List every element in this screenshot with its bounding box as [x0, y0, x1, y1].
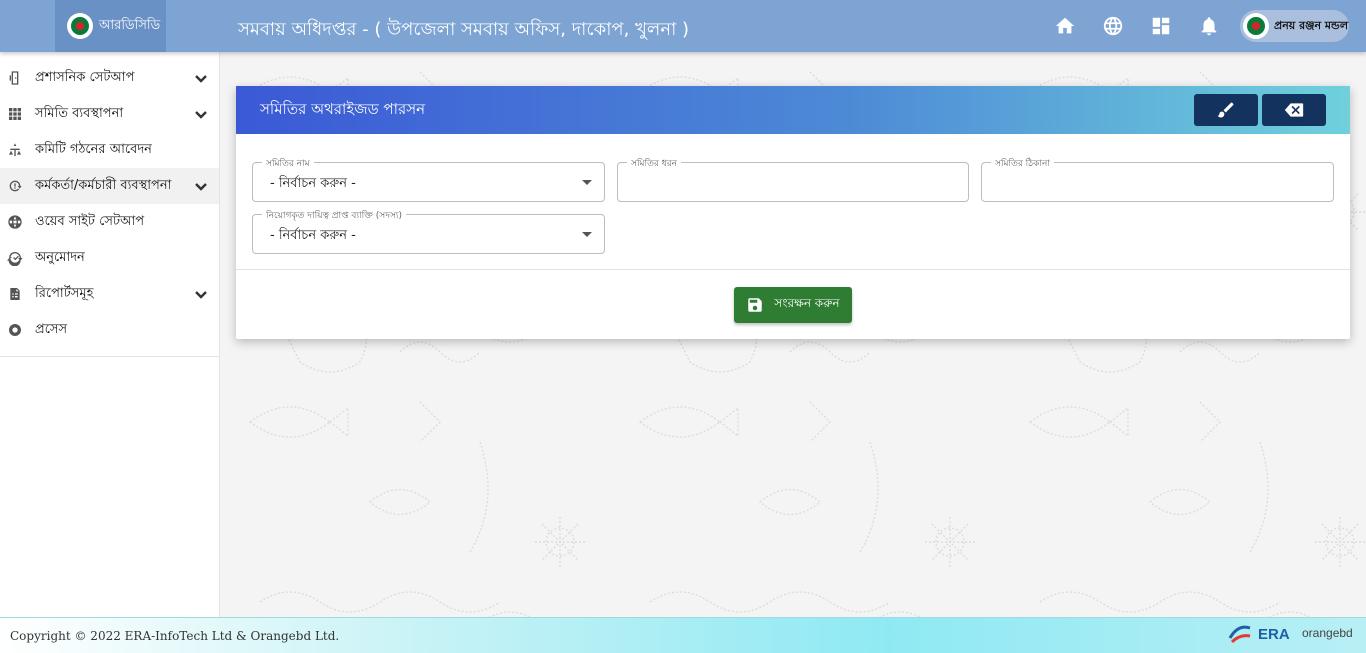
report-icon: [6, 285, 24, 303]
sidebar-item-admin-setup[interactable]: প্রশাসনিক সেটআপ: [0, 60, 219, 96]
process-icon: [6, 321, 24, 339]
brand-name: আরডিসিডি: [99, 17, 161, 33]
era-logo-text: ERA: [1258, 625, 1290, 643]
staff-icon: [6, 177, 24, 195]
sidebar-item-samity-management[interactable]: সমিতি ব্যবস্থাপনা: [0, 96, 219, 132]
form-title: সমিতির অথরাইজড পারসন: [260, 99, 426, 118]
samity-name-select[interactable]: সমিতির নাম - নির্বাচন করুন -: [252, 156, 605, 202]
sidebar-item-website-setup[interactable]: ওয়েব সাইট সেটআপ: [0, 204, 219, 240]
bell-icon[interactable]: [1197, 14, 1221, 38]
sidebar-item-staff-management[interactable]: কর্মকর্তা/কর্মচারী ব্যবস্থাপনা: [0, 168, 219, 204]
dashboard-icon[interactable]: [1149, 14, 1173, 38]
grid-icon: [6, 105, 24, 123]
dropdown-arrow-icon: [582, 180, 592, 185]
sidebar-item-label: রিপোর্টসমূহ: [35, 285, 94, 301]
era-infotech-logo: ERA: [1228, 624, 1290, 644]
brand-logo-link[interactable]: আরডিসিডি: [55, 0, 166, 52]
user-name: প্রনয় রঞ্জন মন্ডল: [1274, 18, 1349, 32]
samity-address-label: সমিতির ঠিকানা: [991, 156, 1054, 171]
sidebar-item-reports[interactable]: রিপোর্টসমূহ: [0, 276, 219, 312]
top-header: আরডিসিডি সমবায় অধিদপ্তর - ( উপজেলা সমবা…: [0, 0, 1366, 52]
authorized-person-select[interactable]: নিয়োগকৃত দায়িত্ব প্রাপ্ত ব্যাক্তি (সদস…: [252, 208, 605, 254]
office-title: সমবায় অধিদপ্তর - ( উপজেলা সমবায় অফিস, …: [238, 19, 690, 40]
authorized-person-label: নিয়োগকৃত দায়িত্ব প্রাপ্ত ব্যাক্তি (সদস…: [262, 208, 407, 223]
save-button-label: সংরক্ষন করুন: [774, 295, 840, 310]
sidebar-item-process[interactable]: প্রসেস: [0, 312, 219, 348]
chevron-down-icon[interactable]: [193, 178, 209, 194]
sidebar-item-label: কর্মকর্তা/কর্মচারী ব্যবস্থাপনা: [35, 177, 172, 193]
sidebar-item-label: অনুমোদন: [35, 249, 85, 265]
committee-icon: [6, 141, 24, 159]
copyright-text: Copyright © 2022 ERA-InfoTech Ltd & Oran…: [10, 628, 340, 643]
globe-icon: [6, 213, 24, 231]
samity-address-field[interactable]: সমিতির ঠিকানা: [981, 156, 1334, 202]
brush-icon: [1217, 102, 1234, 118]
chevron-down-icon[interactable]: [193, 286, 209, 302]
save-button[interactable]: সংরক্ষন করুন: [734, 286, 852, 323]
approval-icon: [6, 249, 24, 267]
authorized-person-form-card: সমিতির অথরাইজড পারসন সমিতির নাম - নির্বা…: [236, 86, 1350, 339]
sidebar-item-approval[interactable]: অনুমোদন: [0, 240, 219, 276]
sidebar: প্রশাসনিক সেটআপ সমিতি ব্যবস্থাপনা কমিটি …: [0, 52, 220, 617]
save-icon: [748, 297, 763, 312]
avatar: [1243, 13, 1269, 39]
orangebd-logo-text: orangebd: [1302, 626, 1353, 640]
form-footer: সংরক্ষন করুন: [236, 270, 1350, 339]
close-button[interactable]: [1262, 94, 1326, 126]
dropdown-arrow-icon: [582, 232, 592, 237]
samity-type-label: সমিতির ধরন: [627, 156, 682, 171]
sidebar-item-label: কমিটি গঠনের আবেদন: [35, 141, 152, 157]
admin-setup-icon: [6, 69, 24, 87]
form-body: সমিতির নাম - নির্বাচন করুন - সমিতির ধরন …: [236, 134, 1350, 270]
sidebar-item-label: প্রশাসনিক সেটআপ: [35, 69, 135, 85]
page-footer: Copyright © 2022 ERA-InfoTech Ltd & Oran…: [0, 617, 1366, 653]
chevron-down-icon[interactable]: [193, 70, 209, 86]
sidebar-menu: প্রশাসনিক সেটআপ সমিতি ব্যবস্থাপনা কমিটি …: [0, 60, 219, 357]
backspace-icon: [1284, 103, 1304, 117]
globe-icon[interactable]: [1101, 14, 1125, 38]
orangebd-logo: orangebd: [1302, 626, 1353, 640]
authorized-person-value: - নির্বাচন করুন -: [270, 228, 356, 243]
government-seal-logo: [67, 13, 93, 39]
samity-type-field[interactable]: সমিতির ধরন: [617, 156, 969, 202]
sidebar-item-label: ওয়েব সাইট সেটআপ: [35, 213, 145, 229]
samity-name-label: সমিতির নাম: [262, 156, 314, 171]
sidebar-item-committee-application[interactable]: কমিটি গঠনের আবেদন: [0, 132, 219, 168]
chevron-down-icon[interactable]: [193, 106, 209, 122]
home-icon[interactable]: [1053, 14, 1077, 38]
era-mark-icon: [1228, 625, 1251, 644]
sidebar-item-label: সমিতি ব্যবস্থাপনা: [35, 105, 124, 121]
user-menu[interactable]: প্রনয় রঞ্জন মন্ডল: [1240, 10, 1349, 42]
card-header: সমিতির অথরাইজড পারসন: [236, 86, 1350, 134]
sidebar-item-label: প্রসেস: [35, 321, 68, 337]
reset-button[interactable]: [1194, 94, 1258, 126]
samity-name-value: - নির্বাচন করুন -: [270, 176, 356, 191]
